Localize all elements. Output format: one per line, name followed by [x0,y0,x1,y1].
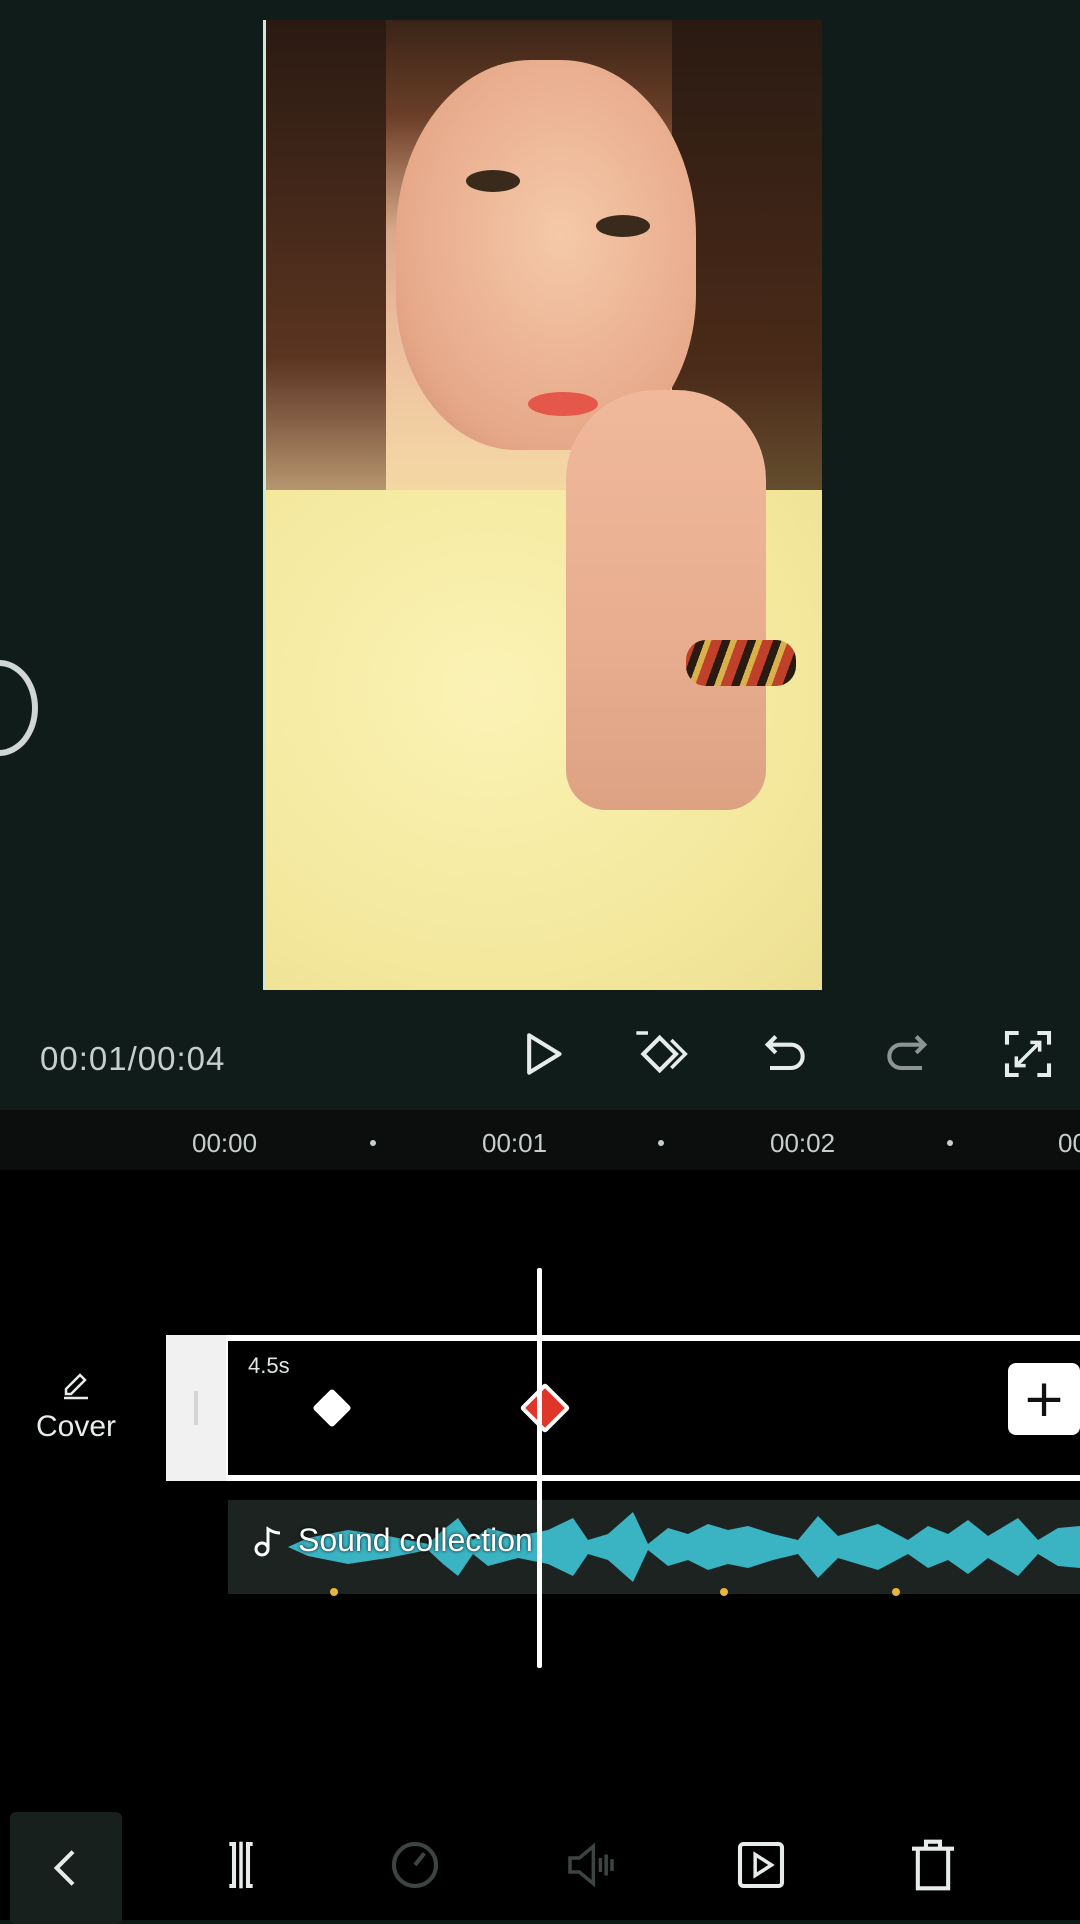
video-content [566,390,766,810]
cover-button[interactable]: Cover [26,1365,126,1455]
time-readout: 00:01/00:04 [40,1040,226,1077]
video-content [466,170,520,192]
add-keyframe-icon[interactable] [630,1022,694,1086]
ruler-tick [947,1140,953,1146]
volume-button[interactable] [556,1830,626,1900]
redo-icon[interactable] [876,1022,940,1086]
split-icon [229,1841,253,1889]
animation-icon [737,1841,785,1889]
ruler-label: 00:00 [192,1128,258,1158]
bottom-toolbar [0,1790,1080,1924]
play-icon[interactable] [510,1022,574,1086]
beat-marker[interactable] [892,1588,900,1596]
animation-button[interactable] [726,1830,796,1900]
beat-marker[interactable] [330,1588,338,1596]
keyframe-marker[interactable] [312,1388,352,1428]
ruler-label: 00 [1058,1128,1080,1158]
split-button[interactable] [206,1830,276,1900]
cover-label: Cover [35,1410,117,1443]
video-preview-area: 00:01/00:04 [0,0,1080,1110]
audio-label: Sound collection [250,1522,533,1559]
speed-icon [391,1841,439,1889]
preview-side-handle[interactable] [0,660,38,756]
back-icon [53,1850,75,1886]
volume-icon [568,1842,614,1888]
audio-title: Sound collection [298,1522,533,1558]
clip-trim-handle[interactable] [166,1335,226,1481]
delete-button[interactable] [898,1830,968,1900]
video-clip[interactable]: 4.5s + [166,1335,1080,1481]
video-preview[interactable] [263,20,822,990]
time-ruler[interactable]: 00:00 00:01 00:02 00 [0,1110,1080,1170]
keyframe-marker-active[interactable] [519,1382,571,1434]
back-button[interactable] [10,1812,122,1924]
clip-body[interactable]: 4.5s [228,1341,1080,1475]
audio-track[interactable]: Sound collection [228,1500,1080,1594]
playback-controls: 00:01/00:04 [0,1010,1080,1100]
add-clip-button[interactable]: + [1008,1363,1080,1435]
video-content [528,392,598,416]
edit-pencil-icon [64,1373,88,1400]
fullscreen-icon[interactable] [996,1022,1060,1086]
delete-icon [912,1839,954,1891]
beat-marker[interactable] [720,1588,728,1596]
undo-icon[interactable] [752,1022,816,1086]
video-content [686,640,796,686]
ruler-label: 00:02 [770,1128,836,1158]
music-note-icon [254,1525,281,1556]
playhead[interactable] [537,1268,542,1668]
ruler-tick [370,1140,376,1146]
clip-duration: 4.5s [248,1353,290,1378]
ruler-tick [658,1140,664,1146]
video-content [596,215,650,237]
speed-button[interactable] [380,1830,450,1900]
ruler-label: 00:01 [482,1128,548,1158]
